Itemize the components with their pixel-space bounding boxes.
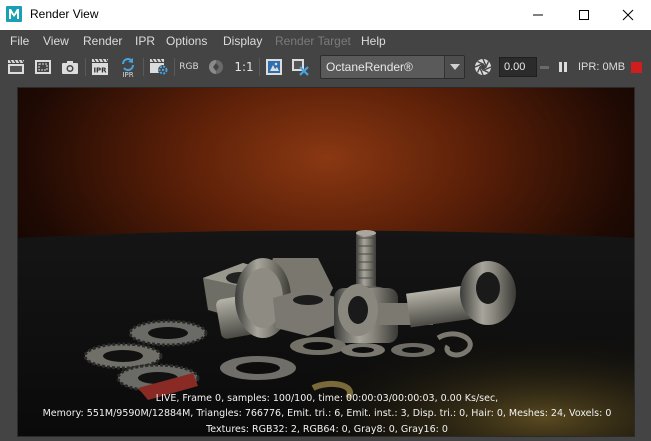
svg-text:IPR: IPR xyxy=(122,71,133,78)
snapshot-icon xyxy=(62,61,78,74)
maximize-button[interactable] xyxy=(561,0,607,30)
aperture-button[interactable] xyxy=(472,56,494,78)
one-to-one-icon: 1:1 xyxy=(234,60,254,74)
ipr-render-button[interactable]: IPR xyxy=(90,56,110,78)
title-bar: Render View xyxy=(0,0,651,30)
exposure-value-field[interactable]: 0.00 xyxy=(499,57,537,77)
close-button[interactable] xyxy=(605,0,651,30)
toolbar-separator xyxy=(85,58,86,76)
menu-render[interactable]: Render xyxy=(83,34,122,48)
exposure-icon xyxy=(209,60,223,74)
refresh-ipr-icon: IPR xyxy=(122,58,134,78)
toolbar-separator xyxy=(174,58,175,76)
menu-view[interactable]: View xyxy=(43,34,69,48)
value-slider[interactable] xyxy=(540,66,549,69)
render-settings-button[interactable] xyxy=(148,56,170,78)
exposure-button[interactable] xyxy=(206,56,226,78)
toolbar-separator xyxy=(259,58,260,76)
ipr-render-icon: IPR xyxy=(92,58,109,75)
minimize-button[interactable] xyxy=(515,0,561,30)
stop-ipr-button[interactable] xyxy=(631,62,642,73)
rgb-channels-icon: RGB xyxy=(179,62,199,72)
toolbar-separator xyxy=(143,58,144,76)
renderer-dropdown-value: OctaneRender® xyxy=(326,60,413,74)
menu-options[interactable]: Options xyxy=(166,34,207,48)
refresh-ipr-button[interactable]: IPR xyxy=(117,56,139,78)
minimize-icon xyxy=(533,14,543,16)
window-title: Render View xyxy=(30,7,99,21)
redo-render-icon xyxy=(8,59,25,74)
render-settings-icon xyxy=(150,58,168,75)
remove-image-button[interactable] xyxy=(290,56,310,78)
maximize-icon xyxy=(579,10,589,20)
render-region-button[interactable] xyxy=(33,56,53,78)
redo-render-button[interactable] xyxy=(6,56,26,78)
ipr-memory-status: IPR: 0MB xyxy=(578,61,626,73)
remove-image-icon xyxy=(292,59,309,76)
keep-image-button[interactable] xyxy=(264,56,284,78)
render-region-icon xyxy=(35,60,51,74)
menu-display[interactable]: Display xyxy=(223,34,262,48)
menu-file[interactable]: File xyxy=(10,34,29,48)
rgb-channels-button[interactable]: RGB xyxy=(178,56,200,78)
render-stats-line-2: Memory: 551M/9590M/12884M, Triangles: 76… xyxy=(43,408,612,419)
render-viewport[interactable]: LIVE, Frame 0, samples: 100/100, time: 0… xyxy=(0,82,651,441)
pause-icon xyxy=(559,62,567,72)
menu-render-target[interactable]: Render Target xyxy=(275,34,351,48)
aperture-icon xyxy=(474,58,492,76)
menu-bar: File View Render IPR Options Display Ren… xyxy=(0,30,651,52)
snapshot-button[interactable] xyxy=(60,56,80,78)
chevron-down-icon xyxy=(444,56,464,78)
menu-ipr[interactable]: IPR xyxy=(135,34,155,48)
close-icon xyxy=(622,9,634,21)
maya-logo-icon xyxy=(6,6,22,22)
pause-ipr-button[interactable] xyxy=(555,56,571,78)
one-to-one-button[interactable]: 1:1 xyxy=(232,56,256,78)
render-image: LIVE, Frame 0, samples: 100/100, time: 0… xyxy=(18,88,634,436)
menu-help[interactable]: Help xyxy=(361,34,386,48)
keep-image-icon xyxy=(266,59,282,75)
exposure-value: 0.00 xyxy=(504,61,526,73)
svg-text:IPR: IPR xyxy=(93,67,107,75)
render-stats-line-3: Textures: RGB32: 2, RGB64: 0, Gray8: 0, … xyxy=(205,424,448,435)
render-image-frame[interactable]: LIVE, Frame 0, samples: 100/100, time: 0… xyxy=(17,87,635,437)
render-stats-line-1: LIVE, Frame 0, samples: 100/100, time: 0… xyxy=(156,393,498,404)
renderer-dropdown[interactable]: OctaneRender® xyxy=(320,55,465,79)
render-view-window: Render View File View Render IPR Options… xyxy=(0,0,651,441)
